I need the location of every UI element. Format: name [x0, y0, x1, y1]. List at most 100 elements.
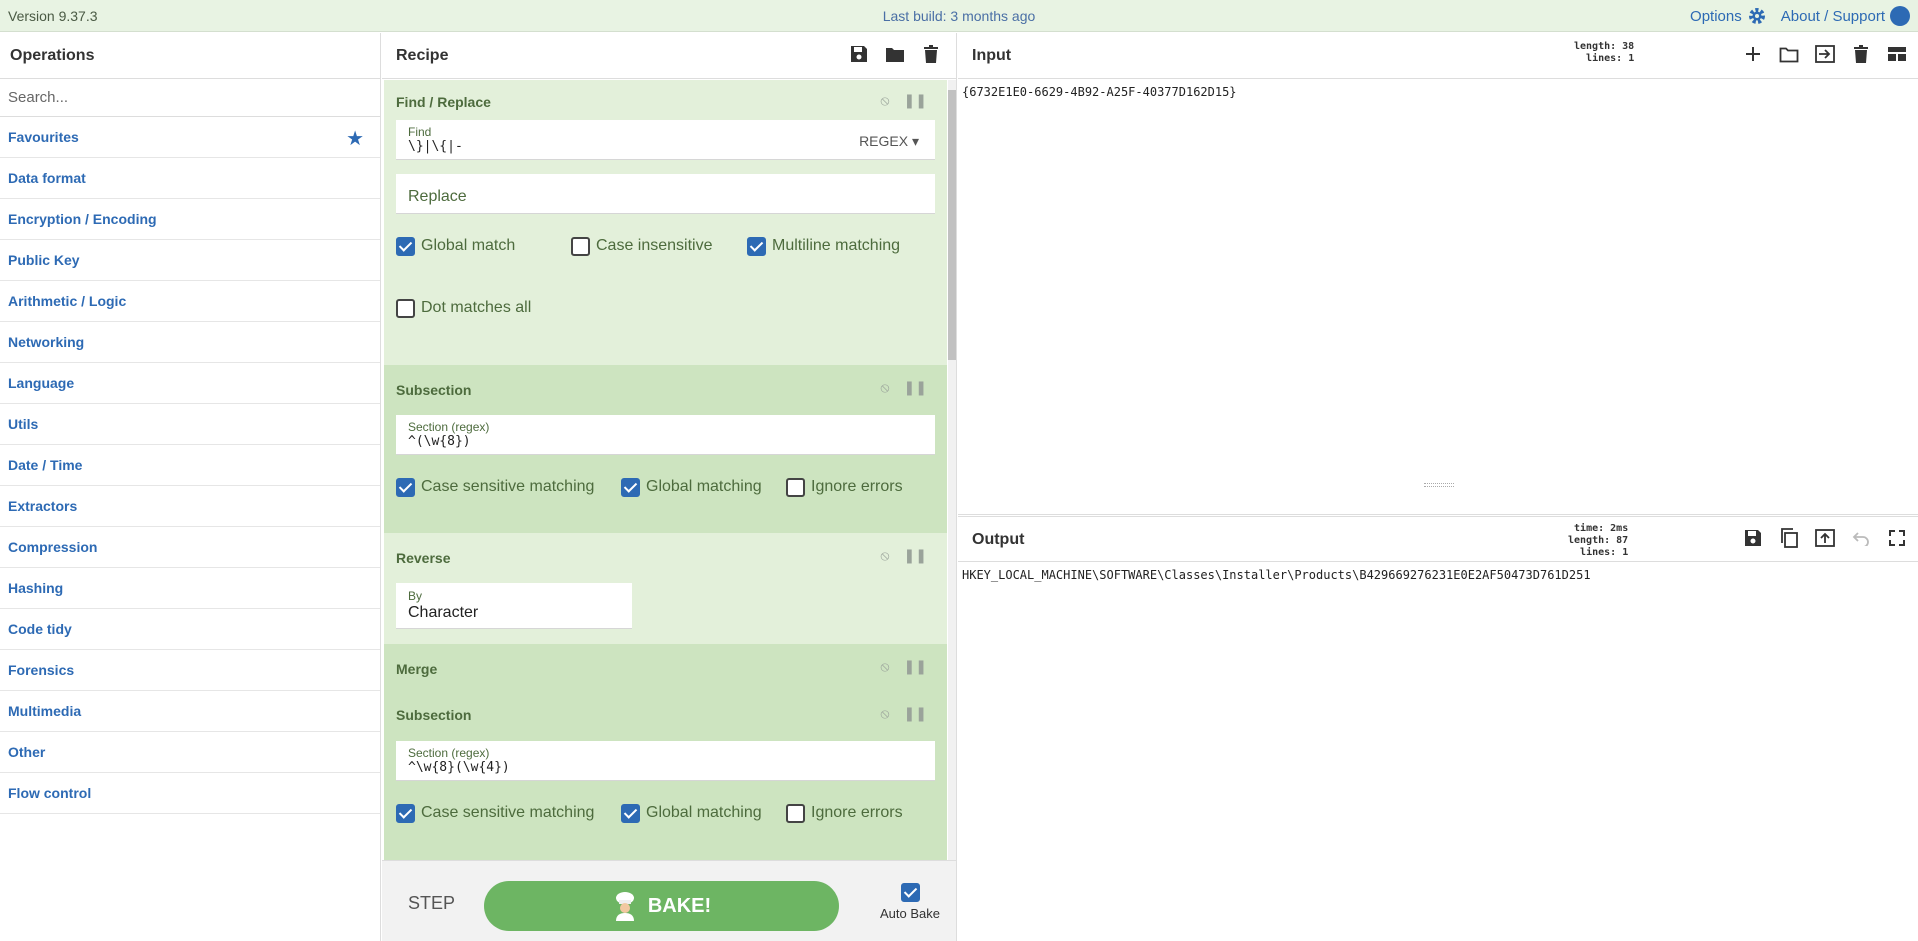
dot-matches-all-checkbox[interactable]: Dot matches all: [396, 298, 531, 318]
star-icon: ★: [346, 128, 364, 150]
case-sensitive-checkbox[interactable]: Case sensitive matching: [396, 803, 621, 823]
category-item[interactable]: Multimedia: [0, 691, 380, 732]
output-time: time: 2ms: [1574, 523, 1629, 534]
checkbox-checked: [396, 477, 415, 497]
category-item[interactable]: Flow control: [0, 773, 380, 814]
operation-subsection[interactable]: Subsection ⦸ ❚❚ Section (regex) ^\w{8}(\w…: [384, 693, 947, 860]
operation-reverse[interactable]: Reverse ⦸ ❚❚ By Character: [384, 533, 947, 644]
open-file-button[interactable]: [1814, 43, 1836, 65]
trash-icon: [924, 45, 938, 63]
category-item[interactable]: Networking: [0, 322, 380, 363]
category-item[interactable]: Extractors: [0, 486, 380, 527]
input-icon: [1815, 45, 1835, 63]
operation-controls: ⦸ ❚❚: [880, 547, 927, 564]
reset-layout-button[interactable]: [1886, 43, 1908, 65]
regex-dropdown[interactable]: REGEX ▾: [859, 133, 919, 150]
ignore-errors-checkbox[interactable]: Ignore errors: [786, 803, 903, 823]
clear-input-button[interactable]: [1850, 43, 1872, 65]
category-item[interactable]: Code tidy: [0, 609, 380, 650]
breakpoint-icon[interactable]: ❚❚: [904, 379, 927, 396]
undo-button[interactable]: [1850, 527, 1872, 549]
maximise-output-button[interactable]: [1886, 527, 1908, 549]
section-regex-label: Section (regex): [408, 420, 490, 434]
about-support-link[interactable]: About / Support ?: [1781, 6, 1910, 26]
gear-icon: [1748, 8, 1765, 24]
disable-icon[interactable]: ⦸: [880, 658, 889, 675]
section-regex-field[interactable]: Section (regex) ^\w{8}(\w{4}): [396, 741, 935, 781]
operation-merge[interactable]: Merge ⦸ ❚❚: [384, 644, 947, 693]
case-sensitive-label: Case sensitive matching: [421, 804, 595, 821]
category-label: Networking: [8, 334, 85, 350]
search-input[interactable]: [0, 79, 380, 116]
ignore-errors-checkbox[interactable]: Ignore errors: [786, 477, 903, 497]
by-label: By: [408, 589, 423, 603]
ignore-errors-label: Ignore errors: [811, 478, 903, 495]
operation-subsection[interactable]: Subsection ⦸ ❚❚ Section (regex) ^(\w{8}) …: [384, 365, 947, 533]
category-item[interactable]: Data format: [0, 158, 380, 199]
bake-button[interactable]: BAKE!: [484, 881, 839, 931]
category-item[interactable]: Encryption / Encoding: [0, 199, 380, 240]
recipe-scrollbar[interactable]: [948, 80, 956, 860]
operation-title: Merge: [396, 661, 438, 677]
checkbox-checked: [621, 803, 640, 823]
options-link[interactable]: Options: [1690, 6, 1767, 26]
replace-field[interactable]: Replace: [396, 174, 935, 214]
save-output-button[interactable]: [1742, 527, 1764, 549]
add-tab-button[interactable]: [1742, 43, 1764, 65]
global-matching-checkbox[interactable]: Global matching: [621, 803, 786, 823]
category-item[interactable]: Other: [0, 732, 380, 773]
category-item[interactable]: Hashing: [0, 568, 380, 609]
category-item[interactable]: Date / Time: [0, 445, 380, 486]
recipe-list: Find / Replace ⦸ ❚❚ Find \}|\{|- REGEX ▾ …: [384, 80, 947, 860]
global-match-checkbox[interactable]: Global match: [396, 236, 571, 256]
case-sensitive-checkbox[interactable]: Case sensitive matching: [396, 477, 621, 497]
about-support-label: About / Support: [1780, 7, 1885, 25]
case-insensitive-checkbox[interactable]: Case insensitive: [571, 236, 747, 256]
input-textarea[interactable]: {6732E1E0-6629-4B92-A25F-40377D162D15}: [958, 79, 1918, 515]
checkbox-unchecked: [786, 477, 805, 497]
clear-recipe-button[interactable]: [920, 43, 942, 65]
pane-resize-handle[interactable]: [1424, 483, 1454, 487]
breakpoint-icon[interactable]: ❚❚: [904, 92, 927, 109]
output-toolbar: [1742, 527, 1908, 549]
multiline-checkbox[interactable]: Multiline matching: [747, 236, 900, 256]
find-field[interactable]: Find \}|\{|- REGEX ▾: [396, 120, 935, 160]
output-lines: lines: 1: [1580, 547, 1629, 558]
disable-icon[interactable]: ⦸: [880, 92, 889, 109]
load-recipe-button[interactable]: [884, 43, 906, 65]
copy-output-button[interactable]: [1778, 527, 1800, 549]
output-textarea[interactable]: HKEY_LOCAL_MACHINE\SOFTWARE\Classes\Inst…: [958, 562, 1918, 588]
breakpoint-icon[interactable]: ❚❚: [904, 705, 927, 722]
breakpoint-icon[interactable]: ❚❚: [904, 547, 927, 564]
disable-icon[interactable]: ⦸: [880, 379, 889, 396]
operation-title: Subsection: [396, 382, 472, 398]
ignore-errors-label: Ignore errors: [811, 804, 903, 821]
replace-input-button[interactable]: [1814, 527, 1836, 549]
category-label: Arithmetic / Logic: [8, 293, 127, 309]
global-matching-label: Global matching: [646, 478, 762, 495]
category-item[interactable]: Arithmetic / Logic: [0, 281, 380, 322]
reverse-by-select[interactable]: By Character: [396, 583, 632, 629]
category-item[interactable]: Public Key: [0, 240, 380, 281]
open-folder-button[interactable]: [1778, 43, 1800, 65]
operation-controls: ⦸ ❚❚: [880, 705, 927, 722]
scrollbar-thumb[interactable]: [948, 90, 956, 360]
category-item[interactable]: Forensics: [0, 650, 380, 691]
auto-bake-toggle[interactable]: Auto Bake: [870, 883, 950, 921]
category-item[interactable]: Compression: [0, 527, 380, 568]
output-length: length: 87: [1568, 535, 1629, 546]
category-label: Utils: [8, 416, 39, 432]
global-matching-checkbox[interactable]: Global matching: [621, 477, 786, 497]
save-recipe-button[interactable]: [848, 43, 870, 65]
category-item[interactable]: Favourites ★: [0, 117, 380, 158]
breakpoint-icon[interactable]: ❚❚: [904, 658, 927, 675]
operation-find-replace[interactable]: Find / Replace ⦸ ❚❚ Find \}|\{|- REGEX ▾ …: [384, 80, 947, 365]
checkbox-unchecked: [571, 236, 590, 256]
disable-icon[interactable]: ⦸: [880, 705, 889, 722]
disable-icon[interactable]: ⦸: [880, 547, 889, 564]
category-item[interactable]: Language: [0, 363, 380, 404]
category-item[interactable]: Utils: [0, 404, 380, 445]
step-button[interactable]: STEP: [408, 893, 455, 914]
section-regex-field[interactable]: Section (regex) ^(\w{8}): [396, 415, 935, 455]
replace-placeholder: Replace: [408, 188, 467, 205]
